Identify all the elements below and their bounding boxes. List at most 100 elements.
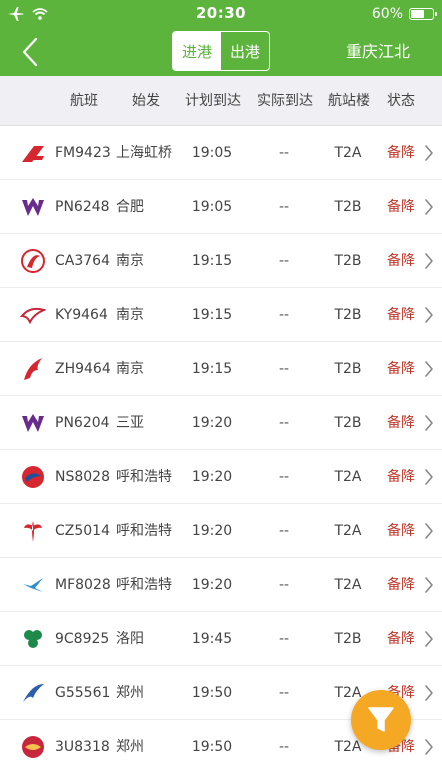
flight-origin: 洛阳 [116, 631, 144, 647]
flight-row[interactable]: 9C8925 洛阳 19:45 -- T2B 备降 [0, 612, 442, 666]
flight-origin: 呼和浩特 [116, 469, 172, 485]
flight-row[interactable]: CZ5014 呼和浩特 19:20 -- T2A 备降 [0, 504, 442, 558]
battery-percent: 60% [371, 6, 403, 22]
airport-name: 重庆江北 [345, 42, 410, 61]
table-header: 航班 始发 计划到达 实际到达 航站楼 状态 [0, 76, 442, 126]
terminal: T2B [334, 415, 362, 431]
header-planned: 计划到达 [185, 93, 241, 109]
actual-arrival: -- [278, 523, 290, 539]
flight-row[interactable]: FM9423 上海虹桥 19:05 -- T2A 备降 [0, 126, 442, 180]
flight-origin: 南京 [116, 307, 144, 323]
flight-row[interactable]: KY9464 南京 19:15 -- T2B 备降 [0, 288, 442, 342]
actual-arrival: -- [278, 739, 290, 755]
terminal: T2B [334, 199, 362, 215]
back-button[interactable] [14, 34, 46, 70]
planned-arrival: 19:45 [191, 631, 233, 647]
terminal: T2A [334, 469, 362, 485]
flight-row[interactable]: ZH9464 南京 19:15 -- T2B 备降 [0, 342, 442, 396]
west-air-logo [22, 414, 44, 432]
flight-origin: 呼和浩特 [116, 577, 172, 593]
shanghai-airlines-logo [22, 146, 44, 162]
flight-status: 备降 [387, 253, 415, 269]
flight-origin: 南京 [116, 253, 144, 269]
flight-row[interactable]: CA3764 南京 19:15 -- T2B 备降 [0, 234, 442, 288]
battery-icon [409, 8, 437, 20]
west-air-logo [22, 198, 44, 216]
actual-arrival: -- [278, 631, 290, 647]
header-terminal: 航站楼 [328, 93, 370, 109]
flight-row[interactable]: MF8028 呼和浩特 19:20 -- T2A 备降 [0, 558, 442, 612]
actual-arrival: -- [278, 145, 290, 161]
flight-status: 备降 [387, 361, 415, 377]
chevron-right-icon [425, 739, 433, 755]
terminal: T2B [334, 361, 362, 377]
terminal: T2A [334, 577, 362, 593]
flight-number: NS8028 [55, 469, 110, 485]
header-actual: 实际到达 [257, 93, 313, 109]
chevron-right-icon [425, 361, 433, 377]
air-china-logo [21, 249, 45, 273]
flight-status: 备降 [387, 523, 415, 539]
flight-origin: 呼和浩特 [116, 523, 172, 539]
battery-level [411, 10, 424, 18]
actual-arrival: -- [278, 469, 290, 485]
flight-number: PN6204 [55, 415, 110, 431]
chevron-right-icon [425, 415, 433, 431]
juneyao-airlines-logo [23, 684, 44, 702]
flight-number: ZH9464 [55, 361, 111, 377]
shenzhen-airlines-logo [24, 358, 42, 380]
flight-origin: 郑州 [116, 739, 144, 755]
header-origin: 始发 [132, 93, 160, 109]
spring-airlines-logo [24, 630, 42, 648]
nav-bar: 进港 出港 重庆江北 [0, 28, 442, 76]
planned-arrival: 19:15 [191, 253, 233, 269]
actual-arrival: -- [278, 415, 290, 431]
flight-status: 备降 [387, 415, 415, 431]
planned-arrival: 19:15 [191, 361, 233, 377]
flight-number: FM9423 [55, 145, 111, 161]
flight-origin: 三亚 [116, 415, 144, 431]
flight-number: KY9464 [55, 307, 108, 323]
actual-arrival: -- [278, 577, 290, 593]
tab-arrivals[interactable]: 进港 [173, 32, 221, 70]
china-southern-logo [24, 521, 42, 542]
flight-origin: 合肥 [116, 199, 144, 215]
chevron-right-icon [425, 577, 433, 593]
flight-number: G55561 [55, 685, 111, 701]
tab-departures[interactable]: 出港 [221, 32, 269, 70]
planned-arrival: 19:20 [191, 469, 233, 485]
china-eastern-logo [22, 466, 44, 488]
planned-arrival: 19:20 [191, 523, 233, 539]
chevron-right-icon [425, 523, 433, 539]
actual-arrival: -- [278, 361, 290, 377]
flight-row[interactable]: NS8028 呼和浩特 19:20 -- T2A 备降 [0, 450, 442, 504]
actual-arrival: -- [278, 253, 290, 269]
planned-arrival: 19:05 [191, 199, 233, 215]
sichuan-airlines-logo [22, 736, 44, 758]
planned-arrival: 19:15 [191, 307, 233, 323]
flight-number: CA3764 [55, 253, 110, 269]
planned-arrival: 19:50 [191, 685, 233, 701]
terminal: T2B [334, 307, 362, 323]
flight-origin: 上海虹桥 [116, 145, 172, 161]
chevron-left-icon [22, 37, 38, 67]
flight-row[interactable]: PN6204 三亚 19:20 -- T2B 备降 [0, 396, 442, 450]
flight-status: 备降 [387, 199, 415, 215]
terminal: T2B [334, 253, 362, 269]
status-bar: 20:30 60% [0, 0, 442, 28]
filter-icon [368, 707, 394, 732]
flight-number: MF8028 [55, 577, 111, 593]
flight-number: 3U8318 [55, 739, 110, 755]
terminal: T2B [334, 631, 362, 647]
filter-button[interactable] [351, 690, 411, 750]
header-flight: 航班 [70, 93, 98, 109]
flight-row[interactable]: PN6248 合肥 19:05 -- T2B 备降 [0, 180, 442, 234]
planned-arrival: 19:50 [191, 739, 233, 755]
flight-number: 9C8925 [55, 631, 110, 647]
planned-arrival: 19:05 [191, 145, 233, 161]
flight-number: PN6248 [55, 199, 110, 215]
flight-status: 备降 [387, 469, 415, 485]
chevron-right-icon [425, 631, 433, 647]
flight-origin: 郑州 [116, 685, 144, 701]
flight-number: CZ5014 [55, 523, 110, 539]
